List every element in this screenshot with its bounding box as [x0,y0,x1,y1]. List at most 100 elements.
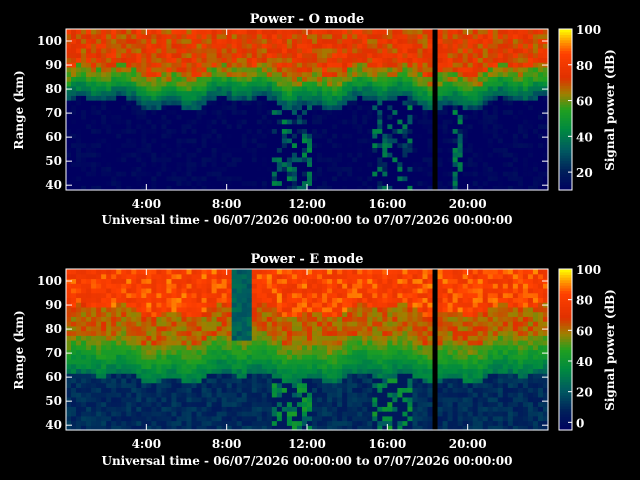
heatmap-cell [171,287,178,294]
heatmap-cell [206,171,213,177]
heatmap-cell [121,330,127,336]
heatmap-cell [241,29,248,35]
heatmap-cell [96,335,102,341]
heatmap-cell [256,43,263,49]
heatmap-cell [101,287,107,294]
heatmap-cell [151,297,157,303]
heatmap-cell [186,387,193,393]
heatmap-cell [211,147,218,153]
heatmap-cell [412,52,419,59]
heatmap-cell [447,147,454,153]
heatmap-cell [301,415,308,422]
heatmap-cell [296,95,303,101]
heatmap-cell [261,109,268,115]
heatmap-cell [221,287,228,294]
heatmap-cell [497,57,504,63]
heatmap-cell [171,152,178,158]
heatmap-cell [301,71,308,77]
heatmap-cell [126,118,132,125]
heatmap-cell [291,330,298,336]
heatmap-cell [116,104,122,111]
heatmap-cell [402,100,409,106]
heatmap-cell [307,161,313,167]
heatmap-cell [206,128,213,134]
heatmap-cell [151,377,157,384]
heatmap-cell [241,166,248,172]
heatmap-cell [91,306,97,313]
heatmap-cell [417,114,424,120]
heatmap-cell [497,156,504,163]
heatmap-cell [96,344,102,351]
heatmap-cell [527,104,534,111]
heatmap-cell [166,297,173,303]
heatmap-cell [497,180,504,186]
heatmap-cell [126,100,132,106]
heatmap-cell [312,81,318,87]
heatmap-cell [271,377,278,384]
heatmap-cell [432,104,439,111]
heatmap-cell [246,278,253,284]
heatmap-cell [81,354,87,360]
heatmap-cell [231,114,238,120]
heatmap-cell [226,406,233,412]
heatmap-cell [417,133,424,139]
heatmap-cell [226,411,233,417]
heatmap-cell [141,118,147,125]
heatmap-cell [296,316,303,322]
heatmap-cell [116,71,122,77]
heatmap-cell [191,287,198,294]
heatmap-cell [412,100,419,106]
heatmap-cell [266,411,273,417]
heatmap-cell [327,156,333,163]
heatmap-cell [181,147,188,153]
heatmap-cell [126,29,132,35]
heatmap-cell [141,321,147,327]
x-tick-label: 8:00 [212,197,241,211]
heatmap-cell [171,415,178,422]
heatmap-cell [492,123,499,130]
heatmap-cell [226,330,233,336]
heatmap-cell [522,104,529,111]
heatmap-cell [221,415,228,422]
heatmap-cell [367,123,373,130]
heatmap-cell [201,297,208,303]
heatmap-cell [256,349,263,355]
heatmap-cell [191,47,198,54]
heatmap-cell [176,38,183,44]
heatmap-cell [437,147,444,153]
heatmap-cell [377,71,383,77]
heatmap-cell [196,302,203,308]
heatmap-cell [296,100,303,106]
heatmap-cell [76,71,82,77]
heatmap-cell [201,396,208,403]
heatmap-cell [412,43,419,49]
heatmap-cell [517,57,524,63]
heatmap-cell [236,128,243,134]
heatmap-cell [372,180,378,186]
heatmap-cell [261,171,268,177]
heatmap-cell [241,349,248,355]
heatmap-cell [76,128,82,134]
heatmap-cell [291,278,298,284]
heatmap-cell [377,142,383,148]
heatmap-cell [81,147,87,153]
heatmap-cell [126,175,132,182]
heatmap-cell [211,368,218,374]
heatmap-cell [211,420,218,426]
heatmap-cell [216,76,223,82]
heatmap-cell [181,142,188,148]
heatmap-cell [342,175,348,182]
heatmap-cell [161,273,168,280]
heatmap-cell [216,269,223,275]
heatmap-cell [301,387,308,393]
heatmap-cell [527,175,534,182]
y-tick-label: 70 [45,106,62,120]
heatmap-cell [86,278,92,284]
heatmap-cell [221,392,228,398]
heatmap-cell [216,147,223,153]
heatmap-cell [317,114,323,120]
heatmap-cell [241,128,248,134]
heatmap-cell [106,38,112,44]
heatmap-cell [111,100,117,106]
heatmap-cell [161,133,168,139]
